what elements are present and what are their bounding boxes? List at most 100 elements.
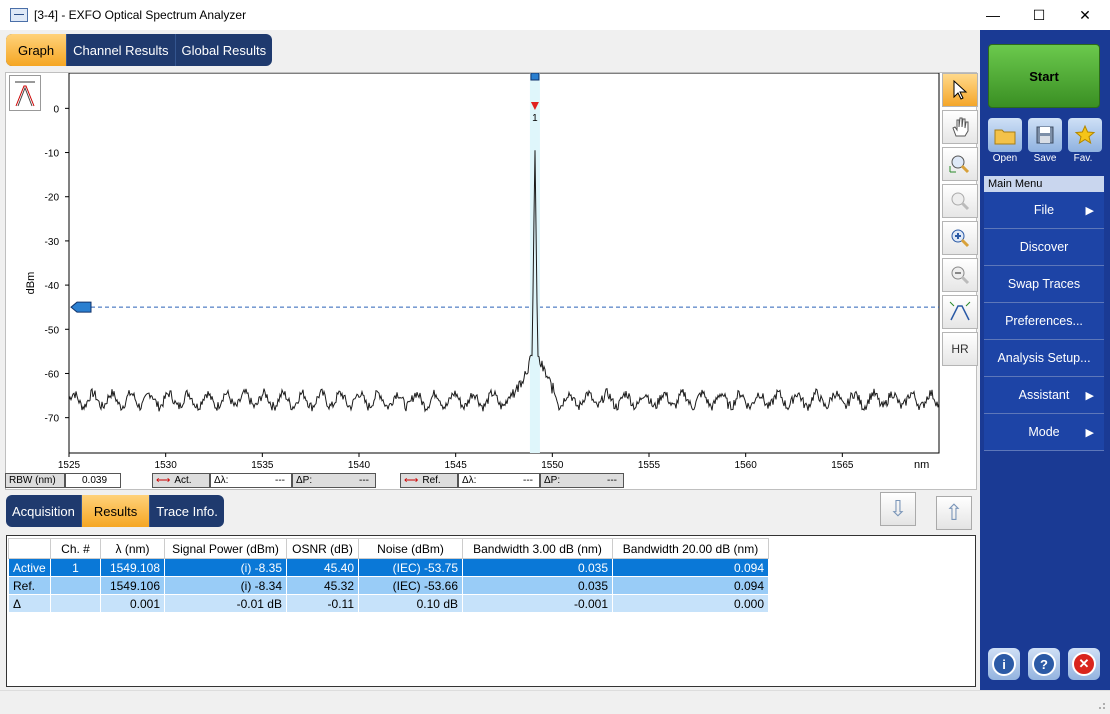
menu-item-label: Preferences...	[1005, 314, 1083, 328]
menu-item-label: Mode	[1028, 425, 1060, 439]
fit-trace-icon	[949, 301, 971, 321]
menu-item-preferences[interactable]: Preferences...	[984, 303, 1104, 340]
double-arrow-icon: ⟷	[156, 475, 171, 486]
menu-item-assistant[interactable]: Assistant ▶	[984, 377, 1104, 414]
table-row[interactable]: Ref. 1549.106 (i) -8.34 45.32 (IEC) -53.66 0.…	[8, 576, 769, 595]
column-header[interactable]: Ch. #	[50, 538, 101, 559]
menu-item-swap-traces[interactable]: Swap Traces	[984, 266, 1104, 303]
zoom-area-tool[interactable]	[942, 147, 978, 181]
bottom-tabs: Acquisition Results Trace Info.	[6, 495, 224, 527]
table-row[interactable]: Active 1 1549.108 (i) -8.35 45.40 (IEC) -53.7…	[8, 558, 769, 577]
table-cell: Ref.	[8, 576, 51, 595]
help-button[interactable]: ?	[1028, 648, 1060, 680]
menu-item-label: Assistant	[1018, 388, 1070, 402]
maximize-button[interactable]: ☐	[1016, 0, 1062, 30]
star-icon	[1074, 124, 1096, 145]
menu-item-discover[interactable]: Discover	[984, 229, 1104, 266]
table-row[interactable]: Δ 0.001 -0.01 dB -0.11 0.10 dB -0.001 0.000	[8, 594, 769, 613]
favorites-label: Fav.	[1073, 153, 1093, 164]
pointer-tool[interactable]	[942, 73, 978, 107]
tab-results[interactable]: Results	[81, 495, 151, 527]
info-button[interactable]: i	[988, 648, 1020, 680]
tab-trace-info[interactable]: Trace Info.	[150, 495, 224, 527]
ref-delta-power: ΔP: ---	[540, 473, 624, 488]
table-cell: (i) -8.35	[164, 558, 287, 577]
x-tick-label: 1545	[445, 460, 468, 471]
column-header[interactable]: Signal Power (dBm)	[164, 538, 287, 559]
save-label: Save	[1033, 153, 1057, 164]
tab-channel-results[interactable]: Channel Results	[67, 34, 176, 66]
save-icon	[1036, 126, 1054, 144]
threshold-marker[interactable]	[70, 301, 92, 313]
graph-panel: dBm 0 -10 -20 -30 -40 -50 -60 -70 1525 1530 1535 1…	[5, 72, 978, 491]
table-cell: 0.000	[612, 594, 769, 613]
window-title: [3-4] - EXFO Optical Spectrum Analyzer	[34, 8, 247, 22]
zoom-in-tool[interactable]	[942, 221, 978, 255]
table-cell	[50, 594, 101, 613]
menu-item-label: Analysis Setup...	[997, 351, 1091, 365]
chevron-right-icon: ▶	[1085, 389, 1094, 402]
expand-up-button[interactable]: ⇧	[936, 496, 972, 530]
title-bar: [3-4] - EXFO Optical Spectrum Analyzer —…	[0, 0, 1110, 30]
zoom-1to1-icon	[951, 192, 970, 211]
collapse-down-button[interactable]: ⇩	[880, 492, 916, 526]
spectrum-chart[interactable]: dBm 0 -10 -20 -30 -40 -50 -60 -70 1525 1530 1535 1…	[6, 73, 941, 491]
table-cell: 0.035	[462, 558, 613, 577]
column-header[interactable]: OSNR (dB)	[286, 538, 359, 559]
menu-item-label: Swap Traces	[1007, 277, 1081, 291]
x-tick-label: 1550	[541, 460, 564, 471]
favorites-button[interactable]	[1068, 118, 1102, 152]
column-header[interactable]: Noise (dBm)	[358, 538, 463, 559]
column-header[interactable]	[8, 538, 51, 559]
table-cell: 0.001	[100, 594, 165, 613]
y-tick-label: -60	[45, 369, 60, 380]
tab-global-results[interactable]: Global Results	[176, 34, 273, 66]
chevron-right-icon: ▶	[1085, 426, 1094, 439]
menu-item-file[interactable]: File ▶	[984, 192, 1104, 229]
tab-graph[interactable]: Graph	[6, 34, 68, 66]
resize-grip-icon[interactable]	[1096, 700, 1106, 710]
tab-acquisition[interactable]: Acquisition	[6, 495, 82, 527]
table-cell: 1	[50, 558, 101, 577]
minimize-button[interactable]: —	[970, 0, 1016, 30]
top-tabs: Graph Channel Results Global Results	[6, 34, 273, 66]
table-cell: -0.01 dB	[164, 594, 287, 613]
exit-button[interactable]: ✕	[1068, 648, 1100, 680]
x-unit-label: nm	[914, 459, 929, 471]
open-label: Open	[992, 153, 1018, 164]
x-tick-label: 1555	[638, 460, 661, 471]
chevron-right-icon: ▶	[1085, 204, 1094, 217]
table-cell: 45.40	[286, 558, 359, 577]
menu-item-mode[interactable]: Mode ▶	[984, 414, 1104, 451]
zoom-out-tool[interactable]	[942, 258, 978, 292]
column-header[interactable]: Bandwidth 3.00 dB (nm)	[462, 538, 613, 559]
y-tick-label: 0	[53, 104, 59, 115]
y-tick-label: -40	[45, 281, 60, 292]
pan-tool[interactable]	[942, 110, 978, 144]
save-button[interactable]	[1028, 118, 1062, 152]
fit-trace-tool[interactable]	[942, 295, 978, 329]
marker-band	[529, 73, 540, 453]
right-panel: Start Open Save Fav. Main Menu File ▶ Disc…	[980, 30, 1110, 690]
table-cell: -0.001	[462, 594, 613, 613]
table-cell: 1549.106	[100, 576, 165, 595]
y-tick-label: -10	[45, 149, 60, 160]
menu-item-analysis-setup[interactable]: Analysis Setup...	[984, 340, 1104, 377]
hand-icon	[952, 117, 969, 137]
folder-icon	[994, 129, 1016, 145]
zoom-out-icon	[951, 266, 970, 285]
graph-toolbar: HR	[942, 73, 978, 369]
rbw-value: 0.039	[65, 473, 121, 488]
column-header[interactable]: Bandwidth 20.00 dB (nm)	[612, 538, 769, 559]
table-cell: Δ	[8, 594, 51, 613]
close-button[interactable]: ✕	[1062, 0, 1108, 30]
start-button[interactable]: Start	[988, 44, 1100, 108]
marker-handle[interactable]	[530, 73, 540, 81]
help-icon: ?	[1032, 652, 1056, 676]
x-tick-label: 1525	[58, 460, 81, 471]
zoom-reset-tool[interactable]	[942, 184, 978, 218]
close-icon: ✕	[1072, 652, 1096, 676]
column-header[interactable]: λ (nm)	[100, 538, 165, 559]
hr-button[interactable]: HR	[942, 332, 978, 366]
open-button[interactable]	[988, 118, 1022, 152]
